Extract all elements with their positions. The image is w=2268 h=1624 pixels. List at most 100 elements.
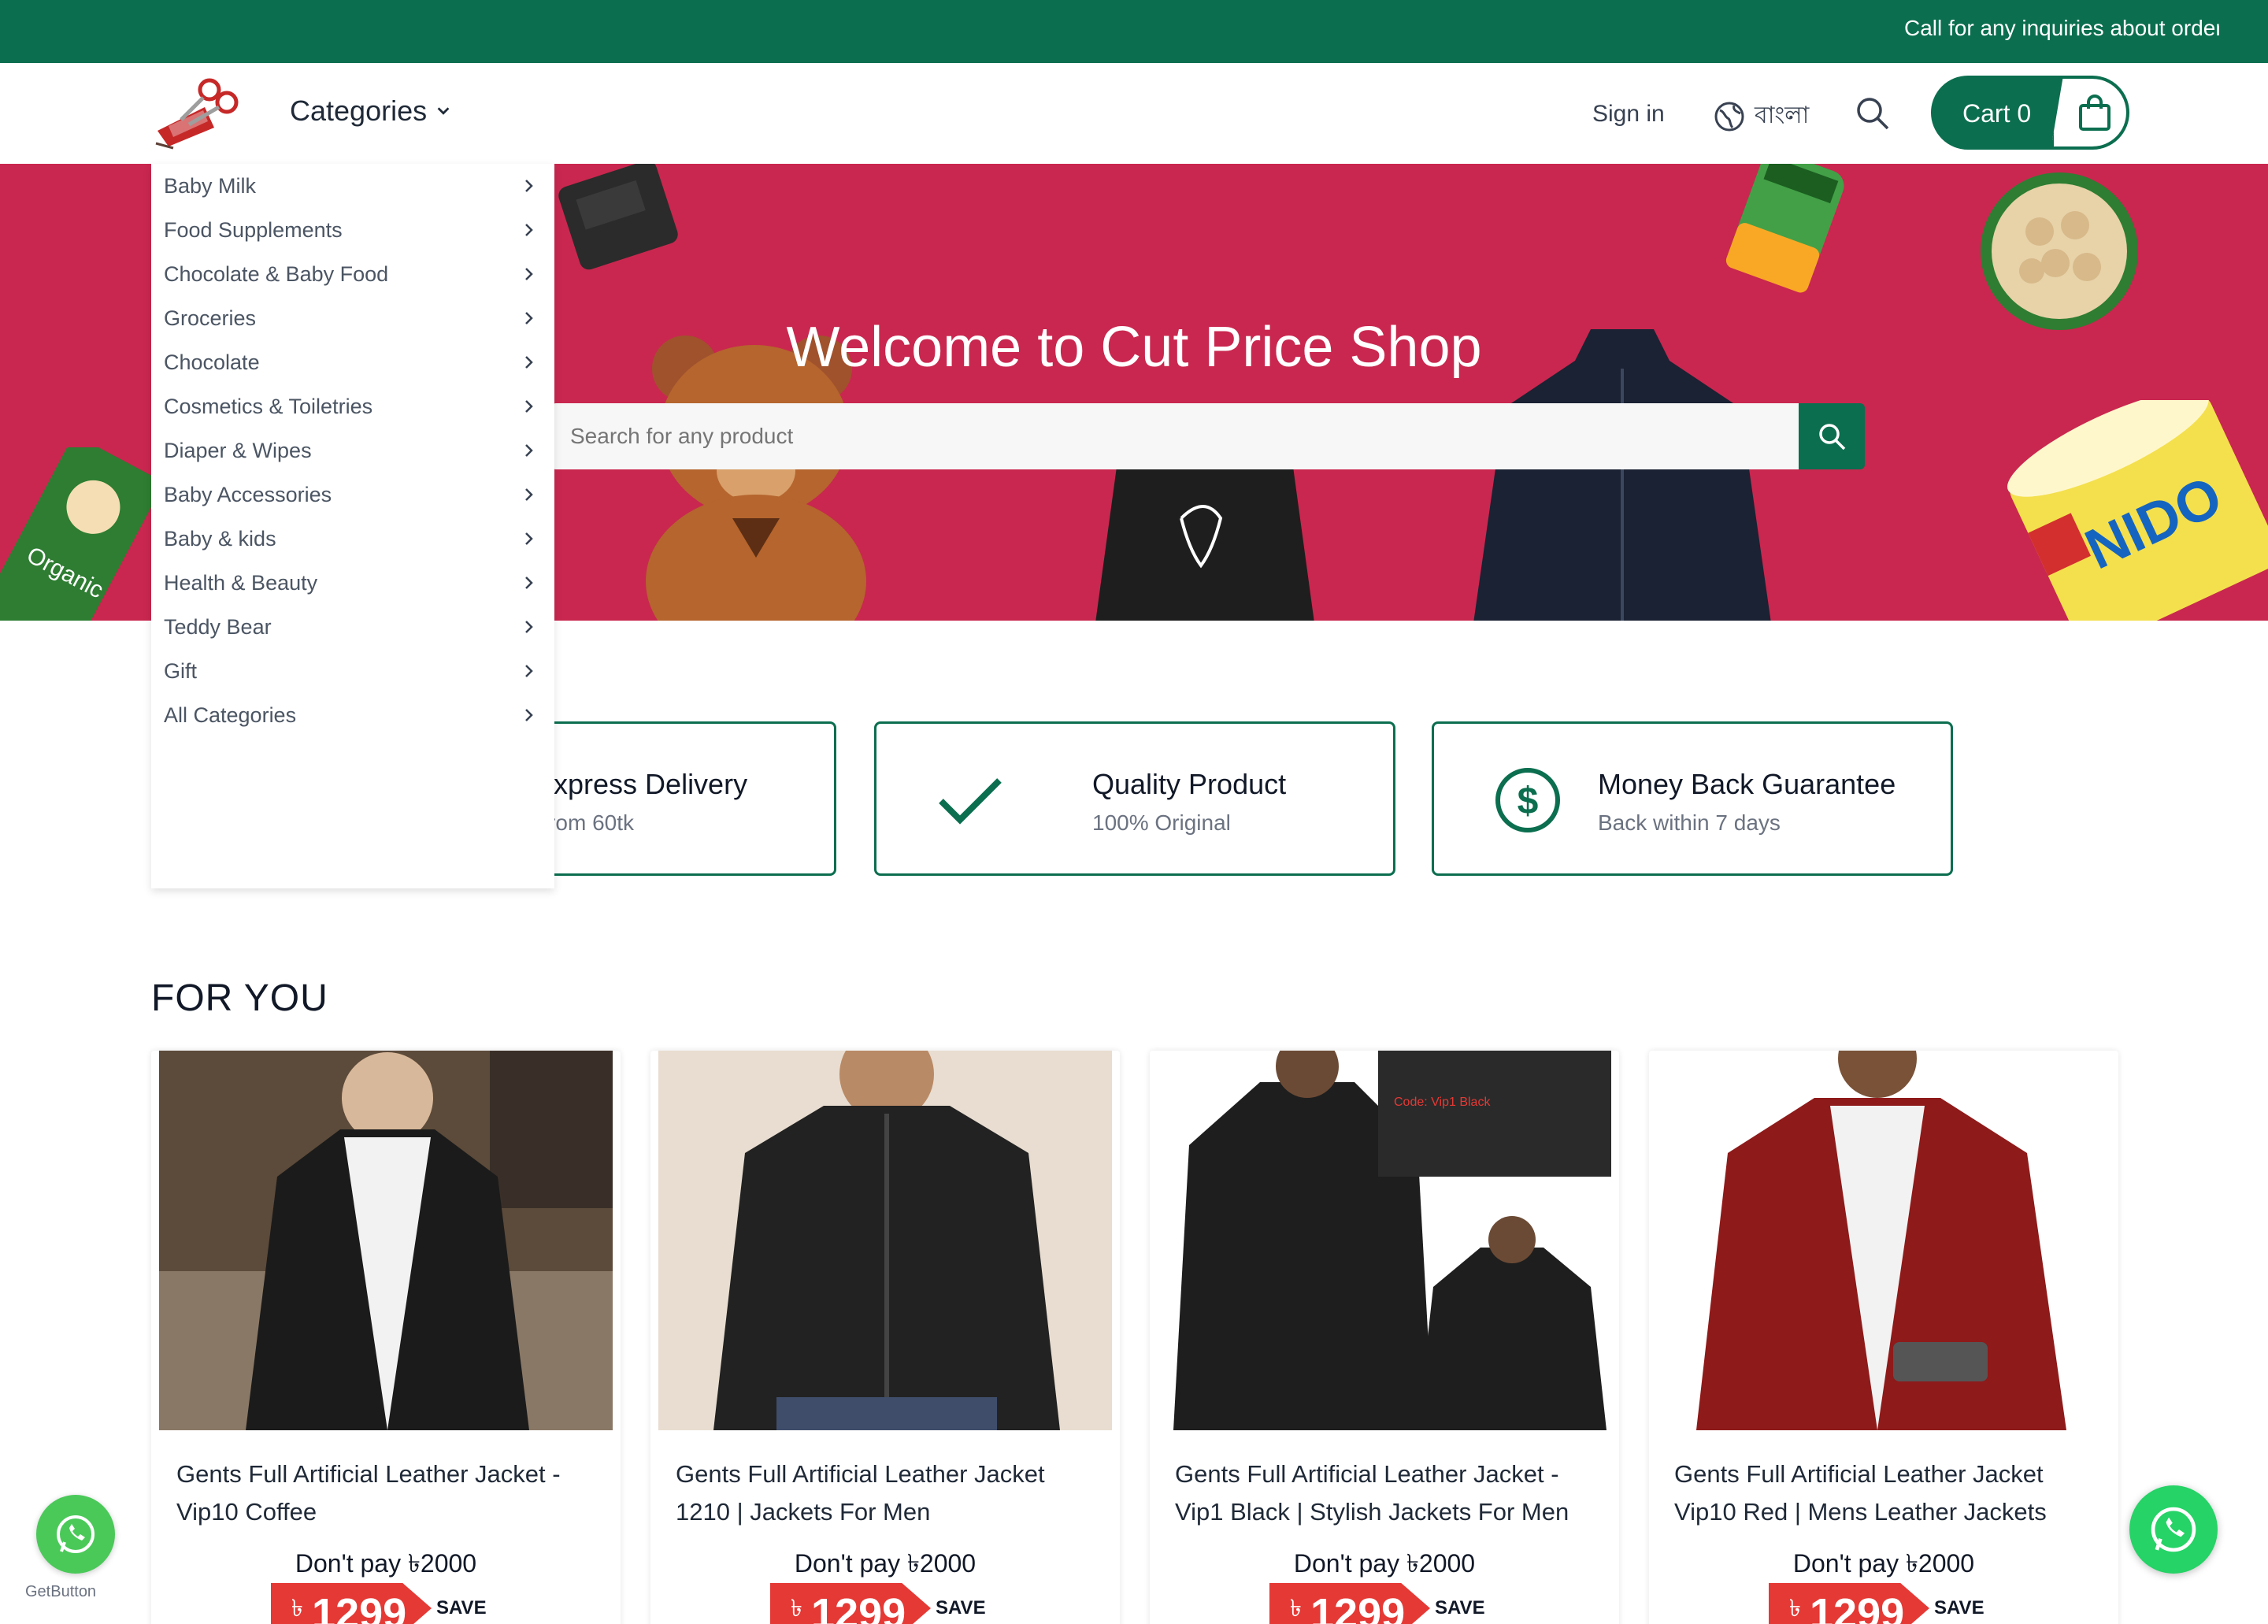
scissors-logo-icon	[155, 78, 239, 150]
category-item-baby-kids[interactable]: Baby & kids	[151, 517, 554, 561]
product-card[interactable]: Gents Full Artificial Leather Jacket Vip…	[1649, 1051, 2118, 1624]
cart-button[interactable]: Cart 0	[1931, 76, 2129, 150]
red-leather-jacket-image	[1657, 1051, 2110, 1430]
chevron-right-icon	[525, 532, 533, 545]
bottle-image	[1725, 164, 1844, 293]
category-item-baby-accessories[interactable]: Baby Accessories	[151, 473, 554, 517]
save-label: SAVE	[1934, 1597, 1984, 1618]
product-price-tag: ৳ 1299	[770, 1583, 931, 1624]
chevron-right-icon	[525, 268, 533, 280]
globe-icon	[1714, 102, 1744, 131]
category-item-diaper-wipes[interactable]: Diaper & Wipes	[151, 428, 554, 473]
leather-jacket-image: Code: Vip1 Black	[1158, 1051, 1611, 1430]
category-item-health-beauty[interactable]: Health & Beauty	[151, 561, 554, 605]
gerber-rice-box-image: Organic	[0, 447, 158, 621]
getbutton-label: GetButton	[25, 1583, 97, 1600]
product-card[interactable]: Gents Full Artificial Leather Jacket - V…	[151, 1051, 621, 1624]
product-title[interactable]: Gents Full Artificial Leather Jacket - V…	[1175, 1455, 1600, 1531]
whatsapp-icon	[57, 1515, 94, 1553]
feature-card-quality-product: Quality Product 100% Original	[874, 721, 1395, 876]
categories-dropdown-menu: Baby Milk Food Supplements Chocolate & B…	[151, 164, 554, 888]
product-image[interactable]	[159, 1051, 613, 1430]
feature-title: Money Back Guarantee	[1598, 768, 1896, 800]
whatsapp-icon	[2151, 1507, 2196, 1552]
category-item-cosmetics-toiletries[interactable]: Cosmetics & Toiletries	[151, 384, 554, 428]
currency-symbol: ৳	[1290, 1596, 1302, 1622]
product-card[interactable]: Gents Full Artificial Leather Jacket 121…	[650, 1051, 1120, 1624]
chevron-right-icon	[525, 224, 533, 236]
announcement-text: Call for any inquiries about order	[1904, 16, 2219, 40]
checkmark-icon	[939, 778, 1002, 825]
product-title[interactable]: Gents Full Artificial Leather Jacket 121…	[676, 1455, 1101, 1531]
site-header: Categories Sign in বাংলা Cart 0	[0, 63, 2268, 164]
save-label: SAVE	[436, 1597, 487, 1618]
product-image[interactable]	[658, 1051, 1112, 1430]
cart-label: Cart 0	[1962, 99, 2032, 128]
chevron-down-icon	[437, 107, 450, 115]
dollar-circle-icon: $	[1495, 768, 1560, 832]
product-price-tag: ৳ 1299	[1269, 1583, 1430, 1624]
save-label: SAVE	[1435, 1597, 1485, 1618]
supplement-jar-image	[558, 164, 678, 270]
product-original-price: Don't pay ৳2000	[794, 1549, 976, 1578]
svg-text:$: $	[1518, 780, 1539, 822]
sign-in-link[interactable]: Sign in	[1592, 101, 1665, 128]
category-item-chocolate[interactable]: Chocolate	[151, 340, 554, 384]
chevron-right-icon	[525, 400, 533, 413]
chevron-right-icon	[525, 180, 533, 192]
svg-text:Code: Vip1 Black: Code: Vip1 Black	[1394, 1096, 1491, 1109]
feature-subtitle: Back within 7 days	[1598, 810, 1781, 835]
language-label: বাংলা	[1755, 102, 1810, 128]
cart-bag-area	[2051, 79, 2126, 146]
product-original-price: Don't pay ৳2000	[1792, 1549, 1975, 1578]
top-announcement-bar: Call for any inquiries about order	[0, 0, 2268, 63]
feature-card-money-back: $ Money Back Guarantee Back within 7 day…	[1432, 721, 1953, 876]
for-you-title: FOR YOU	[151, 977, 328, 1019]
feature-title: Express Delivery	[535, 768, 748, 800]
category-item-gift[interactable]: Gift	[151, 649, 554, 693]
chevron-right-icon	[525, 444, 533, 457]
chevron-right-icon	[525, 488, 533, 501]
hero-search-button[interactable]	[1799, 403, 1865, 469]
category-item-baby-milk[interactable]: Baby Milk	[151, 164, 554, 208]
product-image[interactable]: Code: Vip1 Black	[1158, 1051, 1611, 1430]
save-label: SAVE	[936, 1597, 986, 1618]
product-card[interactable]: Code: Vip1 Black Gents Full Artificial L…	[1150, 1051, 1619, 1624]
category-item-food-supplements[interactable]: Food Supplements	[151, 208, 554, 252]
nido-milk-can-image: NIDO	[2007, 400, 2268, 621]
whatsapp-chat-button-small[interactable]	[36, 1495, 115, 1574]
product-price-tag: ৳ 1299	[1769, 1583, 1929, 1624]
category-item-teddy-bear[interactable]: Teddy Bear	[151, 605, 554, 649]
chevron-right-icon	[525, 665, 533, 677]
site-logo[interactable]	[150, 76, 241, 151]
chevron-right-icon	[525, 577, 533, 589]
cashew-bowl-image	[1981, 172, 2138, 330]
chevron-right-icon	[525, 709, 533, 721]
product-price-tag: ৳ 1299	[271, 1583, 432, 1624]
shopping-bag-icon	[2079, 95, 2110, 131]
leather-jacket-image	[159, 1051, 613, 1430]
leather-jacket-image	[658, 1051, 1112, 1430]
categories-label: Categories	[290, 95, 428, 127]
chevron-right-icon	[525, 356, 533, 369]
product-title[interactable]: Gents Full Artificial Leather Jacket - V…	[176, 1455, 602, 1531]
whatsapp-chat-button[interactable]	[2129, 1485, 2218, 1574]
currency-symbol: ৳	[791, 1596, 802, 1622]
category-item-all-categories[interactable]: All Categories	[151, 693, 554, 737]
feature-title: Quality Product	[1092, 768, 1287, 800]
search-icon[interactable]	[1855, 96, 1890, 131]
hero-search-input[interactable]	[551, 403, 1799, 469]
categories-dropdown-button[interactable]: Categories	[290, 95, 452, 128]
category-item-groceries[interactable]: Groceries	[151, 296, 554, 340]
category-item-chocolate-baby-food[interactable]: Chocolate & Baby Food	[151, 252, 554, 296]
language-switch[interactable]: বাংলা	[1714, 96, 1809, 136]
product-original-price: Don't pay ৳2000	[1293, 1549, 1476, 1578]
product-price: 1299	[1310, 1590, 1406, 1624]
search-icon	[1819, 424, 1846, 450]
product-price: 1299	[1810, 1590, 1905, 1624]
getbutton-credit[interactable]: GetButton	[25, 1583, 96, 1601]
product-title[interactable]: Gents Full Artificial Leather Jacket Vip…	[1674, 1455, 2099, 1531]
feature-subtitle: 100% Original	[1092, 810, 1231, 835]
product-image[interactable]	[1657, 1051, 2110, 1430]
product-original-price: Don't pay ৳2000	[295, 1549, 477, 1578]
